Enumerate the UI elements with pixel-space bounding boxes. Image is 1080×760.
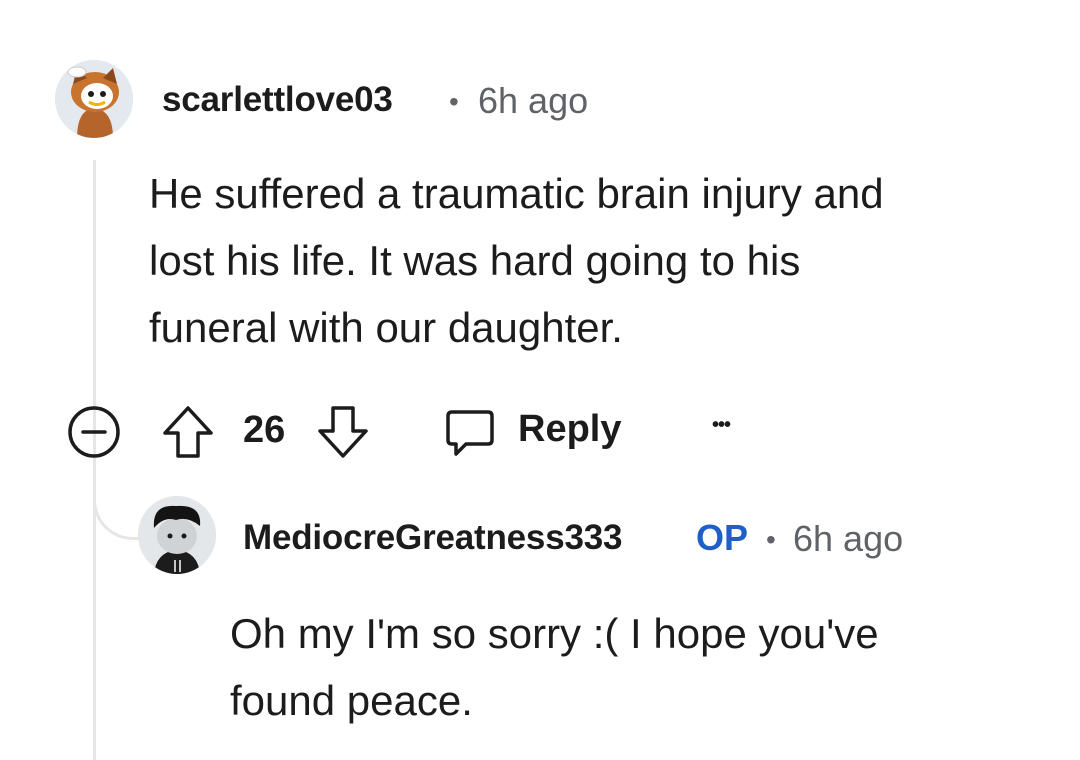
comment-username[interactable]: scarlettlove03 <box>162 80 393 120</box>
reply-icon <box>444 406 496 458</box>
comment-time: 6h ago <box>478 80 589 121</box>
comment-body-line: He suffered a traumatic brain injury and <box>149 170 884 217</box>
op-badge: OP <box>696 517 749 558</box>
collapse-icon[interactable] <box>67 405 121 459</box>
reply-body: Oh my I'm so sorry :( I hope you've foun… <box>230 600 879 734</box>
meta-separator: • <box>449 86 459 117</box>
reply-time: 6h ago <box>793 518 904 559</box>
reply-button[interactable]: Reply <box>444 404 634 460</box>
comment-body-line: lost his life. It was hard going to his <box>149 237 801 284</box>
reply-body-line: found peace. <box>230 677 473 724</box>
more-options-button[interactable]: ••• <box>712 410 752 450</box>
upvote-icon[interactable] <box>161 404 215 460</box>
meta-separator: • <box>766 524 776 555</box>
downvote-icon[interactable] <box>316 404 370 460</box>
reply-label: Reply <box>518 408 622 450</box>
comment-body-line: funeral with our daughter. <box>149 304 623 351</box>
reply-body-line: Oh my I'm so sorry :( I hope you've <box>230 610 879 657</box>
vote-count: 26 <box>243 409 286 451</box>
avatar-image <box>55 60 133 138</box>
thread-line[interactable] <box>93 160 96 760</box>
reply-avatar[interactable] <box>138 496 216 574</box>
reply-avatar-image <box>138 496 216 574</box>
comment-body: He suffered a traumatic brain injury and… <box>149 160 884 361</box>
more-icon: ••• <box>712 414 731 436</box>
thread-branch-line <box>93 470 143 540</box>
reply-username[interactable]: MediocreGreatness333 <box>243 518 622 558</box>
avatar[interactable] <box>55 60 133 138</box>
